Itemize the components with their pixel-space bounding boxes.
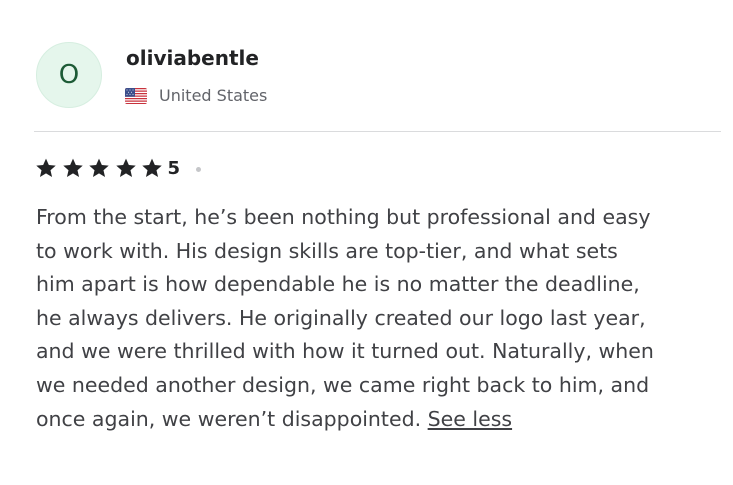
- review-line: to work with. His design skills are top-…: [36, 238, 618, 263]
- review-line: we needed another design, we came right …: [36, 372, 650, 397]
- divider: [34, 131, 721, 132]
- star-icon: [142, 158, 162, 177]
- review-card: O oliviabentle United States 5 From the …: [0, 0, 733, 485]
- review-line: him apart is how dependable he is no mat…: [36, 272, 640, 297]
- us-flag-icon: [125, 87, 147, 104]
- avatar-initial: O: [58, 60, 80, 90]
- review-text: From the start, he’s been nothing but pr…: [36, 201, 704, 436]
- star-icon: [36, 158, 56, 177]
- star-icon: [62, 158, 83, 177]
- reviewer-header: O oliviabentle United States: [36, 42, 716, 112]
- review-line: From the start, he’s been nothing but pr…: [36, 205, 651, 229]
- reviewer-username[interactable]: oliviabentle: [126, 46, 259, 70]
- star-icon: [115, 158, 136, 177]
- star-rating: [35, 157, 168, 179]
- review-line: he always delivers. He originally create…: [36, 305, 646, 330]
- review-line: and we were thrilled with how it turned …: [36, 339, 654, 364]
- review-line: once again, we weren’t disappointed.: [36, 406, 422, 431]
- star-icon: [89, 158, 109, 177]
- rating-value: 5: [167, 157, 181, 179]
- see-less-link[interactable]: See less: [428, 407, 512, 431]
- reviewer-country: United States: [125, 86, 267, 105]
- avatar[interactable]: O: [36, 42, 102, 108]
- separator-dot: [196, 166, 202, 172]
- country-name: United States: [159, 86, 268, 105]
- rating-row: 5: [35, 156, 202, 180]
